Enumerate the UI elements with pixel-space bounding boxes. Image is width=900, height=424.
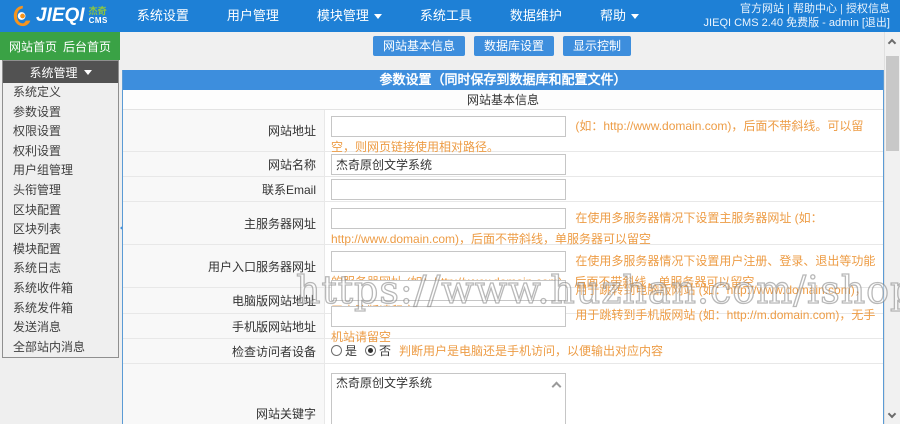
form-row-main-server-url: 主服务器网址 在使用多服务器情况下设置主服务器网址 (如：http://www.…	[123, 202, 883, 246]
admin-home-link[interactable]: 后台首页	[63, 38, 111, 55]
sidebar-item-all-site-messages[interactable]: 全部站内消息	[3, 338, 118, 358]
menu-item-user-management[interactable]: 用户管理	[208, 0, 298, 32]
field-label: 网站名称	[123, 152, 325, 176]
settings-form-panel: 参数设置（同时保存到数据库和配置文件） 网站基本信息 网站地址 (如：http:…	[122, 70, 884, 424]
mobile-site-url-input[interactable]	[331, 305, 566, 327]
logo-subtitle-cn: 杰奇	[88, 6, 107, 16]
sidebar-item-system-definition[interactable]: 系统定义	[3, 83, 118, 103]
field-label: 手机版网站地址	[123, 314, 325, 338]
site-name-input[interactable]	[331, 153, 566, 175]
pc-site-url-input[interactable]	[331, 280, 566, 302]
field-hint: 判断用户是电脑还是手机访问，以便输出对应内容	[399, 344, 664, 358]
menu-item-data-maintenance[interactable]: 数据维护	[491, 0, 581, 32]
jieqi-logo[interactable]: JIEQI 杰奇 CMS	[0, 0, 118, 32]
field-label: 检查访问者设备	[123, 339, 325, 363]
sidebar-header-system-management[interactable]: 系统管理	[3, 61, 118, 83]
chevron-down-icon	[630, 14, 639, 20]
menu-item-system-settings[interactable]: 系统设置	[118, 0, 208, 32]
sidebar-item-permission-settings[interactable]: 权限设置	[3, 122, 118, 142]
scrollbar-thumb[interactable]	[886, 56, 899, 151]
sidebar-item-parameter-settings[interactable]: 参数设置	[3, 103, 118, 123]
form-row-contact-email: 联系Email	[123, 177, 883, 202]
chevron-down-icon	[373, 14, 382, 20]
radio-yes[interactable]	[331, 345, 342, 356]
tab-database-settings[interactable]: 数据库设置	[473, 36, 554, 56]
tab-display-control[interactable]: 显示控制	[563, 36, 632, 56]
sidebar-item-system-log[interactable]: 系统日志	[3, 259, 118, 279]
sidebar-item-block-list[interactable]: 区块列表	[3, 220, 118, 240]
admin-screen: JIEQI 杰奇 CMS 系统设置 用户管理 模块管理 系统工具 数据维护 帮助…	[0, 0, 900, 424]
field-label: 联系Email	[123, 177, 325, 201]
scrollbar-down-icon[interactable]	[887, 409, 897, 419]
scrollbar-up-icon[interactable]	[887, 38, 897, 48]
form-row-mobile-site-url: 手机版网站地址 用于跳转到手机版网站 (如：http://m.domain.co…	[123, 305, 883, 344]
sidebar-item-system-inbox[interactable]: 系统收件箱	[3, 279, 118, 299]
site-home-link[interactable]: 网站首页	[9, 38, 57, 55]
logout-link[interactable]: [退出]	[862, 17, 890, 29]
form-row-site-keywords: 网站关键字 杰奇原创文学系统 多个关键字用";"隔开(小写分号)	[123, 364, 883, 424]
help-center-link[interactable]: 帮助中心	[784, 3, 837, 15]
menu-item-system-tools[interactable]: 系统工具	[401, 0, 491, 32]
user-entry-server-url-input[interactable]	[331, 251, 566, 273]
page-scrollbar[interactable]	[884, 32, 900, 424]
main-menu: 系统设置 用户管理 模块管理 系统工具 数据维护 帮助	[118, 0, 658, 32]
logo-text: JIEQI	[36, 5, 85, 26]
site-keywords-textarea[interactable]: 杰奇原创文学系统	[331, 372, 566, 424]
sidebar-item-title-management[interactable]: 头衔管理	[3, 181, 118, 201]
license-info-link[interactable]: 授权信息	[837, 3, 890, 15]
form-row-check-visitor-device: 检查访问者设备 是 否判断用户是电脑还是手机访问，以便输出对应内容	[123, 339, 883, 364]
radio-no[interactable]	[365, 345, 377, 356]
field-label: 网站关键字	[123, 364, 325, 424]
scroll-up-icon[interactable]	[551, 381, 562, 391]
field-label: 主服务器网址	[123, 202, 325, 244]
version-text: JIEQI CMS 2.40 免费版 - admin	[703, 17, 859, 29]
menu-item-module-management[interactable]: 模块管理	[298, 0, 401, 32]
official-site-link[interactable]: 官方网站	[740, 3, 784, 15]
settings-tabs: 网站基本信息 数据库设置 显示控制	[120, 32, 884, 60]
menu-item-help[interactable]: 帮助	[581, 0, 658, 32]
textarea-value: 杰奇原创文学系统	[336, 375, 433, 390]
radio-no-label[interactable]: 否	[379, 344, 391, 358]
quick-bar: 网站首页 后台首页 网站基本信息 数据库设置 显示控制	[0, 32, 900, 60]
sidebar-item-user-group[interactable]: 用户组管理	[3, 161, 118, 181]
version-line: JIEQI CMS 2.40 免费版 - admin [退出]	[704, 16, 890, 30]
page-title: 参数设置（同时保存到数据库和配置文件）	[123, 70, 883, 90]
sidebar-item-system-outbox[interactable]: 系统发件箱	[3, 299, 118, 319]
section-title: 网站基本信息	[123, 90, 883, 110]
logo-swirl-icon	[13, 5, 31, 27]
top-navigation-bar: JIEQI 杰奇 CMS 系统设置 用户管理 模块管理 系统工具 数据维护 帮助…	[0, 0, 900, 32]
field-label: 电脑版网站地址	[123, 288, 325, 313]
main-server-url-input[interactable]	[331, 208, 566, 230]
contact-email-input[interactable]	[331, 178, 566, 200]
tab-site-basic-info[interactable]: 网站基本信息	[372, 36, 465, 56]
radio-yes-label[interactable]: 是	[345, 344, 357, 358]
field-label: 网站地址	[123, 110, 325, 151]
sidebar-item-module-config[interactable]: 模块配置	[3, 240, 118, 260]
sidebar-item-block-config[interactable]: 区块配置	[3, 201, 118, 221]
sidebar: 系统管理 系统定义 参数设置 权限设置 权利设置 用户组管理 头衔管理 区块配置…	[2, 60, 119, 359]
sidebar-item-rights-settings[interactable]: 权利设置	[3, 142, 118, 162]
form-row-site-name: 网站名称	[123, 152, 883, 177]
site-url-input[interactable]	[331, 116, 566, 138]
sidebar-item-send-message[interactable]: 发送消息	[3, 318, 118, 338]
textarea-scrollbar[interactable]	[549, 375, 564, 424]
home-buttons: 网站首页 后台首页	[0, 32, 120, 60]
chevron-down-icon	[83, 69, 92, 75]
field-label: 用户入口服务器网址	[123, 245, 325, 287]
topbar-right-info: 官方网站帮助中心授权信息 JIEQI CMS 2.40 免费版 - admin …	[704, 2, 900, 30]
logo-subtitle-cms: CMS	[88, 16, 108, 25]
topbar-links: 官方网站帮助中心授权信息	[704, 2, 890, 16]
form-row-site-url: 网站地址 (如：http://www.domain.com)，后面不带斜线。可以…	[123, 110, 883, 154]
